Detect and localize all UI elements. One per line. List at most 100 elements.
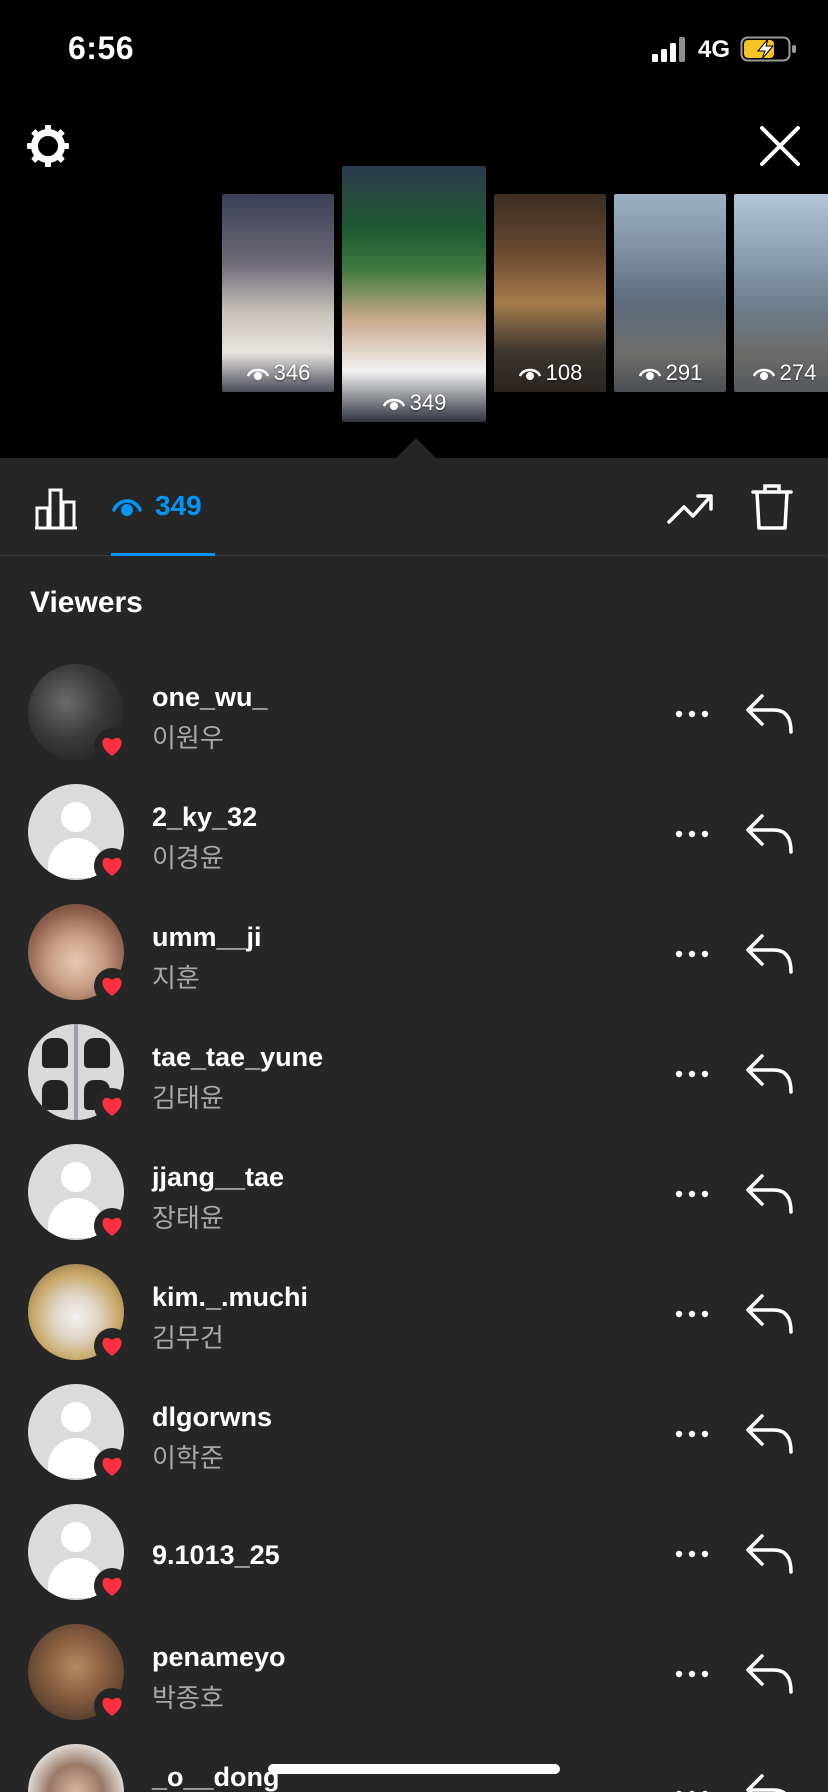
username[interactable]: dlgorwns (152, 1402, 272, 1433)
full-name: 장태윤 (152, 1203, 224, 1233)
username[interactable]: kim._.muchi (152, 1282, 308, 1313)
reply-icon[interactable] (744, 1768, 796, 1792)
viewer-row[interactable]: tae_tae_yune 김태윤 (0, 1016, 828, 1136)
reply-icon[interactable] (744, 1168, 796, 1216)
username[interactable]: penameyo (152, 1642, 286, 1673)
heart-icon (102, 1697, 122, 1716)
heart-icon (102, 857, 122, 876)
full-name: 박종호 (152, 1683, 224, 1713)
eye-icon (246, 368, 269, 380)
selected-story-caret (394, 438, 438, 460)
more-options-icon[interactable] (674, 696, 710, 732)
tab-viewers[interactable]: 349 (111, 458, 215, 556)
heart-icon (102, 1097, 122, 1116)
liked-badge (94, 1088, 130, 1124)
liked-badge (94, 848, 130, 884)
status-bar: 6:56 4G (0, 0, 828, 100)
more-options-icon[interactable] (674, 1776, 710, 1792)
username[interactable]: 9.1013_25 (152, 1540, 280, 1571)
reply-icon[interactable] (744, 1528, 796, 1576)
story-views-count: 108 (545, 360, 583, 385)
full-name: 김태윤 (152, 1083, 224, 1113)
battery-charging-icon (740, 36, 796, 62)
liked-badge (94, 728, 130, 764)
heart-icon (102, 737, 122, 756)
heart-icon (102, 1217, 122, 1236)
eye-icon (382, 398, 405, 410)
username[interactable]: _o__dong (152, 1762, 280, 1792)
eye-icon (518, 368, 541, 380)
full-name: 이학준 (152, 1443, 224, 1473)
username[interactable]: one_wu_ (152, 682, 268, 713)
settings-gear-icon[interactable] (24, 122, 72, 170)
liked-badge (94, 1328, 130, 1364)
more-options-icon[interactable] (674, 1176, 710, 1212)
username[interactable]: umm__ji (152, 922, 262, 953)
reply-icon[interactable] (744, 1648, 796, 1696)
network-label: 4G (698, 36, 731, 63)
story-views-count: 291 (665, 360, 703, 385)
story-views-count: 346 (273, 360, 311, 385)
close-icon[interactable] (756, 122, 804, 170)
viewers-list: one_wu_ 이원우 2_ky_32 이경윤 umm__ji 지훈 tae_t… (0, 656, 828, 1792)
story-thumbnail-selected[interactable]: 349 (342, 166, 486, 422)
story-views: 274 (734, 360, 828, 386)
reply-icon[interactable] (744, 688, 796, 736)
story-thumbnail[interactable]: 291 (614, 194, 726, 392)
viewer-row[interactable]: jjang__tae 장태윤 (0, 1136, 828, 1256)
story-views: 346 (222, 360, 334, 386)
insights-tabbar: 349 (0, 458, 828, 556)
full-name: 이원우 (152, 723, 224, 753)
full-name: 김무건 (152, 1323, 224, 1353)
avatar[interactable] (28, 1744, 124, 1792)
eye-icon (112, 498, 142, 516)
eye-icon (752, 368, 775, 380)
trending-up-icon[interactable] (666, 488, 714, 528)
viewer-row[interactable]: kim._.muchi 김무건 (0, 1256, 828, 1376)
liked-badge (94, 968, 130, 1004)
username[interactable]: 2_ky_32 (152, 802, 257, 833)
reply-icon[interactable] (744, 1048, 796, 1096)
viewer-row[interactable]: one_wu_ 이원우 (0, 656, 828, 776)
full-name: 이경윤 (152, 843, 224, 873)
reply-icon[interactable] (744, 1408, 796, 1456)
viewer-row[interactable]: dlgorwns 이학준 (0, 1376, 828, 1496)
reply-icon[interactable] (744, 928, 796, 976)
more-options-icon[interactable] (674, 1416, 710, 1452)
status-time: 6:56 (68, 30, 135, 66)
bar-chart-icon[interactable] (32, 484, 80, 532)
story-views: 108 (494, 360, 606, 386)
heart-icon (102, 1457, 122, 1476)
more-options-icon[interactable] (674, 1656, 710, 1692)
heart-icon (102, 1337, 122, 1356)
more-options-icon[interactable] (674, 1296, 710, 1332)
story-views: 291 (614, 360, 726, 386)
trash-icon[interactable] (750, 482, 794, 532)
heart-icon (102, 977, 122, 996)
story-thumbnail[interactable]: 108 (494, 194, 606, 392)
heart-icon (102, 1577, 122, 1596)
liked-badge (94, 1568, 130, 1604)
liked-badge (94, 1448, 130, 1484)
reply-icon[interactable] (744, 808, 796, 856)
liked-badge (94, 1208, 130, 1244)
story-thumbnail[interactable]: 346 (222, 194, 334, 392)
viewer-row[interactable]: umm__ji 지훈 (0, 896, 828, 1016)
more-options-icon[interactable] (674, 1536, 710, 1572)
viewer-row[interactable]: 9.1013_25 (0, 1496, 828, 1616)
username[interactable]: jjang__tae (152, 1162, 284, 1193)
signal-icon (652, 37, 685, 62)
more-options-icon[interactable] (674, 936, 710, 972)
section-title: Viewers (30, 586, 143, 619)
full-name: 지훈 (152, 963, 200, 993)
reply-icon[interactable] (744, 1288, 796, 1336)
story-thumbnail[interactable]: 274 (734, 194, 828, 392)
username[interactable]: tae_tae_yune (152, 1042, 323, 1073)
viewer-row[interactable]: 2_ky_32 이경윤 (0, 776, 828, 896)
viewers-count: 349 (155, 489, 202, 521)
home-indicator[interactable] (268, 1764, 560, 1774)
more-options-icon[interactable] (674, 1056, 710, 1092)
more-options-icon[interactable] (674, 816, 710, 852)
viewers-sheet: 349 Viewers one_wu_ 이원우 2_ky_32 이경윤 umm_… (0, 458, 828, 1792)
viewer-row[interactable]: penameyo 박종호 (0, 1616, 828, 1736)
